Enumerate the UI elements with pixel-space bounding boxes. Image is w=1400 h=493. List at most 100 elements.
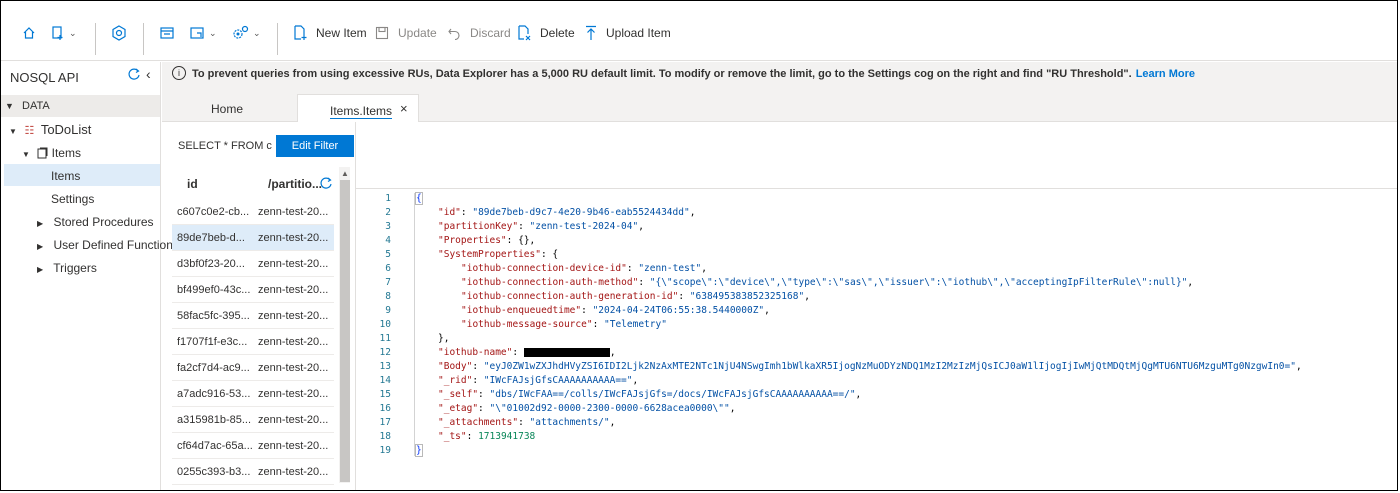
tree-item-udfs[interactable]: ▶ User Defined Functions bbox=[37, 238, 179, 252]
cell-id: a7adc916-53... bbox=[177, 388, 251, 400]
gear-icon bbox=[233, 25, 249, 39]
cell-id: 0255c393-b3... bbox=[177, 466, 251, 478]
table-row[interactable]: 58fac5fc-395... zenn-test-20... bbox=[172, 303, 334, 329]
code-line: "iothub-name": , bbox=[438, 347, 616, 358]
data-section-header[interactable]: ▼ DATA bbox=[1, 95, 160, 117]
discard-button[interactable]: Discard bbox=[447, 23, 511, 43]
cosmos-shell-button[interactable] bbox=[111, 23, 127, 43]
open-explorer-dropdown[interactable]: ⌄ bbox=[189, 23, 217, 43]
database-label: ToDoList bbox=[40, 122, 92, 137]
container-label: Items bbox=[51, 146, 81, 160]
new-container-dropdown[interactable]: ⌄ bbox=[51, 23, 77, 43]
refresh-grid-button[interactable] bbox=[319, 176, 333, 193]
table-row[interactable]: fa2cf7d4-ac9... zenn-test-20... bbox=[172, 355, 334, 381]
close-icon[interactable]: × bbox=[400, 101, 408, 116]
cell-id: d3bf0f23-20... bbox=[177, 258, 245, 270]
caret-right-icon: ▶ bbox=[37, 219, 44, 228]
home-button[interactable] bbox=[22, 23, 36, 43]
tab-strip: Home Items.Items × bbox=[162, 86, 1397, 122]
edit-filter-button[interactable]: Edit Filter bbox=[276, 135, 354, 157]
column-header-id[interactable]: id bbox=[187, 177, 198, 191]
toolbar-separator bbox=[95, 23, 96, 55]
line-number: 7 bbox=[385, 277, 391, 288]
table-row[interactable]: 0255c393-b3... zenn-test-20... bbox=[172, 459, 334, 485]
query-text: SELECT * FROM c bbox=[178, 140, 272, 152]
line-number: 5 bbox=[385, 249, 391, 260]
collapse-pane-button[interactable]: ‹ bbox=[146, 66, 151, 82]
line-number: 8 bbox=[385, 291, 391, 302]
tree-item-container[interactable]: ▼ Items bbox=[22, 146, 81, 160]
new-container-icon bbox=[52, 26, 63, 40]
caret-right-icon: ▶ bbox=[37, 265, 44, 274]
save-icon bbox=[375, 26, 389, 40]
table-row[interactable]: d3bf0f23-20... zenn-test-20... bbox=[172, 251, 334, 277]
info-message: To prevent queries from using excessive … bbox=[192, 68, 1195, 80]
table-row[interactable]: a315981b-85... zenn-test-20... bbox=[172, 407, 334, 433]
upload-icon bbox=[586, 25, 596, 40]
upload-item-label: Upload Item bbox=[606, 26, 671, 40]
scroll-up-icon[interactable]: ▲ bbox=[341, 169, 349, 178]
tab-label: Items.Items bbox=[330, 104, 393, 119]
cell-id: 58fac5fc-395... bbox=[177, 310, 250, 322]
caret-down-icon: ▼ bbox=[5, 101, 14, 111]
cell-partition-key: zenn-test-20... bbox=[258, 362, 329, 374]
table-row[interactable]: c607c0e2-cb... zenn-test-20... bbox=[172, 199, 334, 225]
code-line: "Properties": {}, bbox=[438, 235, 536, 246]
cell-id: 89de7beb-d... bbox=[177, 232, 245, 244]
tree-item-label: Triggers bbox=[53, 261, 97, 275]
indent-guide bbox=[414, 193, 421, 456]
tree-item-label: Items bbox=[51, 169, 81, 183]
update-label: Update bbox=[398, 26, 437, 40]
home-icon bbox=[23, 27, 35, 39]
table-row[interactable]: bf499ef0-43c... zenn-test-20... bbox=[172, 277, 334, 303]
line-number: 19 bbox=[379, 445, 391, 456]
chevron-down-icon: ⌄ bbox=[253, 27, 261, 38]
chevron-down-icon: ⌄ bbox=[209, 27, 217, 38]
data-header-label: DATA bbox=[22, 100, 50, 112]
settings-dropdown[interactable]: ⌄ bbox=[231, 23, 261, 43]
tab-items-items[interactable]: Items.Items × bbox=[297, 94, 419, 122]
cell-partition-key: zenn-test-20... bbox=[258, 232, 329, 244]
container-icon bbox=[37, 147, 48, 159]
tree-item-stored-procedures[interactable]: ▶ Stored Procedures bbox=[37, 215, 154, 229]
cell-id: fa2cf7d4-ac9... bbox=[177, 362, 250, 374]
tree-item-label: Settings bbox=[51, 192, 95, 206]
tree-item-triggers[interactable]: ▶ Triggers bbox=[37, 261, 97, 275]
table-row[interactable]: a7adc916-53... zenn-test-20... bbox=[172, 381, 334, 407]
table-row[interactable]: 89de7beb-d... zenn-test-20... bbox=[172, 225, 334, 251]
json-editor[interactable] bbox=[356, 188, 1397, 491]
line-number: 1 bbox=[385, 193, 391, 204]
line-number: 6 bbox=[385, 263, 391, 274]
table-row[interactable]: f1707f1f-e3c... zenn-test-20... bbox=[172, 329, 334, 355]
column-header-partition-key[interactable]: /partitio... bbox=[268, 177, 322, 191]
tree-item-database[interactable]: ▼ ☷ ToDoList bbox=[9, 122, 91, 137]
line-number: 9 bbox=[385, 305, 391, 316]
new-item-button[interactable]: New Item bbox=[293, 23, 367, 43]
delete-button[interactable]: Delete bbox=[517, 23, 575, 43]
learn-more-link[interactable]: Learn More bbox=[1136, 68, 1195, 80]
code-line: "_ts": 1713941738 bbox=[438, 431, 536, 442]
tab-home[interactable]: Home bbox=[211, 102, 243, 116]
cell-partition-key: zenn-test-20... bbox=[258, 440, 329, 452]
scrollbar-thumb[interactable] bbox=[340, 180, 350, 482]
tree-item-items[interactable]: Items bbox=[51, 169, 80, 183]
code-line: "Body": "eyJ0ZW1wZXJhdHVyZSI6IDI2Ljk2NzA… bbox=[438, 361, 1302, 372]
code-line: "iothub-message-source": "Telemetry" bbox=[461, 319, 667, 330]
table-row[interactable]: cf64d7ac-65a... zenn-test-20... bbox=[172, 433, 334, 459]
upload-item-button[interactable]: Upload Item bbox=[585, 23, 671, 43]
update-button[interactable]: Update bbox=[375, 23, 437, 43]
code-line: "_self": "dbs/IWcFAA==/colls/IWcFAJsjGfs… bbox=[438, 389, 862, 400]
chevron-down-icon: ⌄ bbox=[69, 27, 77, 38]
cell-partition-key: zenn-test-20... bbox=[258, 414, 329, 426]
query-icon bbox=[160, 27, 174, 39]
delete-document-icon bbox=[518, 25, 531, 41]
open-query-button[interactable] bbox=[159, 23, 175, 43]
tree-item-settings[interactable]: Settings bbox=[51, 192, 94, 206]
cell-partition-key: zenn-test-20... bbox=[258, 258, 329, 270]
redacted-value bbox=[523, 348, 610, 357]
toolbar-separator bbox=[143, 23, 144, 55]
line-number: 17 bbox=[379, 417, 391, 428]
api-title: NOSQL API bbox=[10, 70, 79, 85]
ru-limit-info-bar: i To prevent queries from using excessiv… bbox=[162, 62, 1397, 86]
refresh-button[interactable] bbox=[127, 67, 141, 84]
